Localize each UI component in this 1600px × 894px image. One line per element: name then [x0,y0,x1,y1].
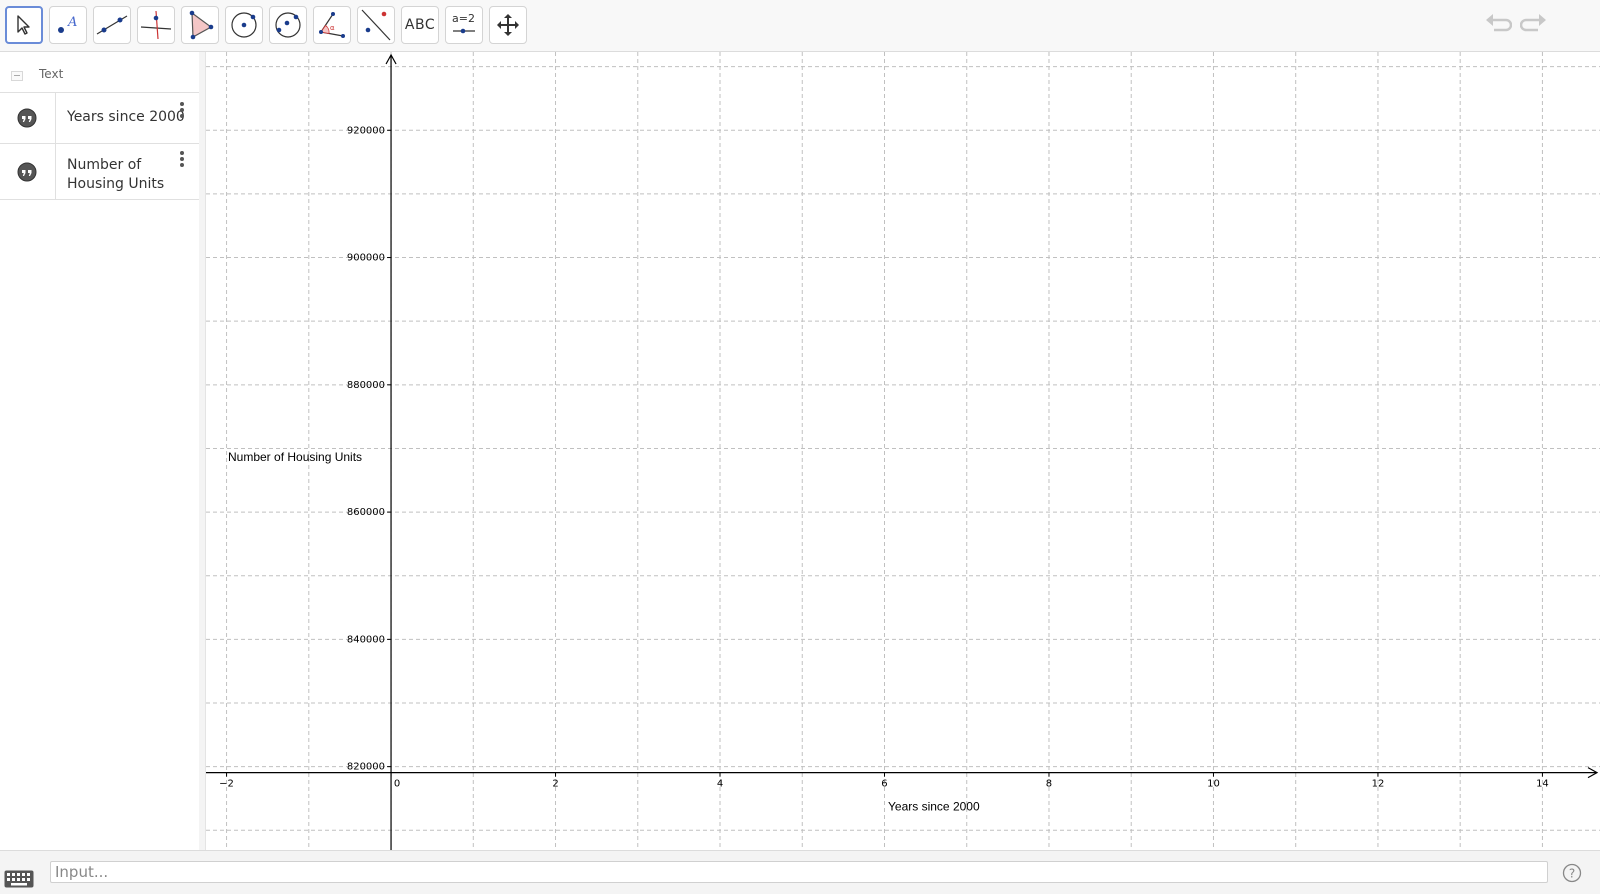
x-tick-label: 6 [881,779,887,790]
point-tool-button[interactable]: A [49,6,87,44]
perpendicular-line-icon [140,10,172,40]
undo-icon [1484,14,1513,42]
y-tick-label: 860000 [347,507,385,518]
line-through-points-icon [96,12,128,38]
slider-tool-button[interactable]: a=2 [445,6,483,44]
keyboard-icon[interactable] [4,870,34,888]
move-graphics-view-tool-button[interactable] [489,6,527,44]
point-icon: A [54,12,82,38]
text-tool-label: ABC [404,17,436,33]
y-tick-label: 840000 [347,634,385,645]
x-tick-label: 2 [552,779,558,790]
algebra-item[interactable]: Number of Housing Units [0,143,199,200]
quote-marble-icon [17,108,37,128]
angle-icon: α [317,10,347,40]
visibility-toggle[interactable] [0,93,56,143]
svg-text:?: ? [1569,867,1575,881]
x-tick-label: 4 [717,779,723,790]
undo-button[interactable] [1484,12,1513,42]
slider-icon: a=2 [450,12,478,38]
algebra-item-text[interactable]: Years since 2000 [67,108,187,127]
move-arrows-icon [495,12,521,38]
x-tick-label: 8 [1046,779,1052,790]
redo-button[interactable] [1519,12,1548,42]
reflect-tool-button[interactable] [357,6,395,44]
help-icon[interactable]: ? [1562,863,1582,883]
algebra-view: Text Years since 2000 Number of Housing … [0,52,206,850]
graphics-view[interactable]: −2 0 2 4 6 8 10 12 14 820000 840000 860000 880000 900… [206,52,1600,850]
algebra-resize-handle[interactable] [199,52,206,850]
more-options-icon[interactable] [179,102,185,120]
y-tick-label: 820000 [347,762,385,773]
algebra-item-text[interactable]: Number of Housing Units [67,156,187,194]
more-options-icon[interactable] [179,151,185,169]
line-tool-button[interactable] [93,6,131,44]
y-axis-label: Number of Housing Units [228,450,362,464]
polygon-icon [185,10,215,40]
x-axis-label: Years since 2000 [888,800,980,814]
input-bar: ? [0,850,1600,894]
y-tick-label: 920000 [347,125,385,136]
coordinate-plane[interactable]: −2 0 2 4 6 8 10 12 14 820000 840000 860000 880000 900… [206,52,1600,850]
svg-text:α: α [330,24,335,32]
text-tool-button[interactable]: ABC [401,6,439,44]
redo-icon [1519,14,1548,42]
x-tick-label: 10 [1207,779,1220,790]
toolbar: A α ABC a=2 [0,0,1600,52]
algebra-item[interactable]: Years since 2000 [0,92,199,144]
circle-with-center-icon [229,10,259,40]
collapse-section-button[interactable] [11,71,23,81]
x-tick-label: 14 [1536,779,1549,790]
input-field[interactable] [50,861,1548,883]
arrow-cursor-icon [14,14,34,36]
polygon-tool-button[interactable] [181,6,219,44]
y-tick-label: 880000 [347,380,385,391]
svg-text:A: A [67,15,77,30]
x-tick-label: −2 [219,779,234,790]
quote-marble-icon [17,162,37,182]
circle-center-point-tool-button[interactable] [225,6,263,44]
x-tick-label: 0 [394,779,400,790]
move-tool-button[interactable] [5,6,43,44]
section-label: Text [39,67,64,81]
circle-three-points-tool-button[interactable] [269,6,307,44]
perpendicular-line-tool-button[interactable] [137,6,175,44]
circle-three-points-icon [273,10,303,40]
y-tick-label: 900000 [347,253,385,264]
reflect-about-line-icon [360,8,392,42]
angle-tool-button[interactable]: α [313,6,351,44]
visibility-toggle[interactable] [0,144,56,199]
x-tick-label: 12 [1372,779,1385,790]
